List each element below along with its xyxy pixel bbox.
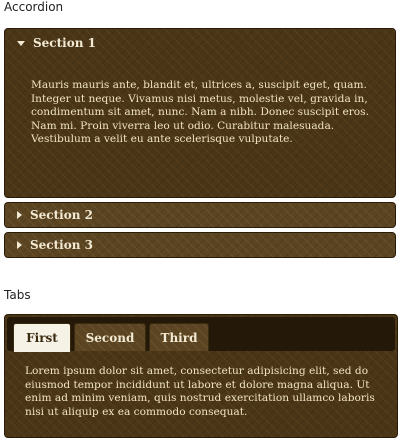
accordion-header-label: Section 1 — [33, 36, 96, 50]
accordion-content-section-1: Mauris mauris ante, blandit et, ultrices… — [31, 79, 369, 145]
tabs-heading: Tabs — [4, 288, 31, 302]
accordion-heading: Accordion — [4, 0, 64, 14]
tab-bar: First Second Third — [7, 317, 395, 352]
tab-panel-content: Lorem ipsum dolor sit amet, consectetur … — [25, 365, 375, 418]
tab-second[interactable]: Second — [74, 323, 146, 351]
triangle-right-icon — [17, 211, 22, 219]
accordion-header-section-3[interactable]: Section 3 — [4, 232, 396, 258]
tab-third[interactable]: Third — [149, 323, 209, 351]
accordion-header-section-2[interactable]: Section 2 — [4, 202, 396, 228]
triangle-down-icon — [17, 40, 25, 46]
accordion-header-label: Section 2 — [30, 208, 93, 222]
accordion-header-label: Section 3 — [30, 238, 93, 252]
accordion-section-1: Section 1 Mauris mauris ante, blandit et… — [4, 28, 396, 198]
tabs-widget: First Second Third Lorem ipsum dolor sit… — [4, 314, 398, 438]
triangle-right-icon — [17, 241, 22, 249]
tab-first[interactable]: First — [13, 323, 71, 352]
accordion-header-section-1[interactable]: Section 1 — [5, 29, 395, 57]
